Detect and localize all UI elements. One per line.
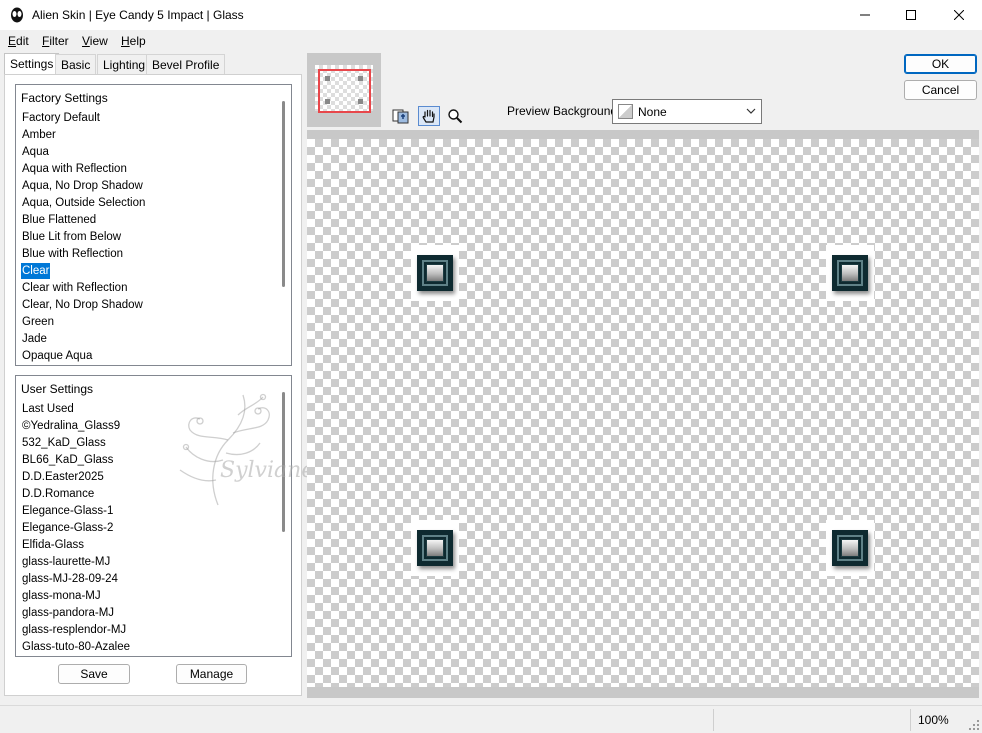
factory-settings-item[interactable]: Aqua, Outside Selection	[21, 195, 146, 211]
hand-icon	[422, 109, 435, 123]
user-settings-item[interactable]: glass-pandora-MJ	[21, 605, 115, 621]
glass-frame	[832, 530, 868, 566]
user-settings-item[interactable]: D.D.Romance	[21, 486, 95, 502]
resize-grip-icon[interactable]	[969, 720, 979, 730]
glass-object	[411, 245, 459, 301]
navigator-view-rect[interactable]	[318, 69, 371, 113]
tab-lighting[interactable]: Lighting	[97, 54, 152, 74]
menu-help-mnemonic: H	[121, 34, 130, 48]
maximize-button[interactable]	[888, 0, 934, 30]
menu-edit[interactable]: Edit	[8, 34, 29, 48]
save-button[interactable]: Save	[58, 664, 130, 684]
user-settings-item[interactable]: Last Used	[21, 401, 75, 417]
user-settings-item[interactable]: ©Yedralina_Glass9	[21, 418, 121, 434]
compare-icon	[392, 109, 409, 124]
user-settings-item[interactable]: Glass-tuto-80-Azalee	[21, 639, 131, 655]
factory-settings-item[interactable]: Clear with Reflection	[21, 280, 128, 296]
zoom-tool-button[interactable]	[444, 106, 466, 126]
factory-settings-item[interactable]: Opaque Aqua	[21, 348, 93, 364]
preview-canvas[interactable]	[307, 139, 979, 687]
tab-basic[interactable]: Basic	[55, 54, 97, 74]
factory-settings-item[interactable]: Clear, No Drop Shadow	[21, 297, 144, 313]
glass-object	[411, 520, 459, 576]
zoom-level: 100%	[918, 713, 949, 727]
user-settings-item[interactable]: Elegance-Glass-2	[21, 520, 114, 536]
compare-tool-button[interactable]	[390, 106, 412, 126]
glass-frame	[832, 255, 868, 291]
user-settings-item[interactable]: glass-resplendor-MJ	[21, 622, 127, 638]
user-settings-item[interactable]: Elfida-Glass	[21, 537, 85, 553]
status-separator	[713, 709, 714, 731]
user-settings-item[interactable]: glass-mona-MJ	[21, 588, 102, 604]
minimize-icon	[860, 14, 870, 16]
factory-settings-item[interactable]: Aqua with Reflection	[21, 161, 128, 177]
glass-highlight	[426, 539, 444, 557]
factory-settings-list[interactable]: Factory Settings Factory Default Amber Aqu…	[15, 84, 292, 366]
preview-background-value: None	[638, 105, 667, 119]
menu-view[interactable]: View	[82, 34, 108, 48]
menu-edit-mnemonic: E	[8, 34, 17, 48]
factory-settings-item[interactable]: Blue Flattened	[21, 212, 97, 228]
factory-settings-item[interactable]: Green	[21, 314, 55, 330]
factory-settings-item[interactable]: Amber	[21, 127, 57, 143]
navigator-thumbnail[interactable]	[307, 53, 381, 127]
preview-frame	[307, 130, 979, 698]
title-bar: Alien Skin | Eye Candy 5 Impact | Glass	[0, 0, 982, 30]
close-button[interactable]	[936, 0, 982, 30]
status-bar: 100%	[0, 705, 982, 733]
user-list-scrollbar[interactable]	[282, 392, 285, 532]
factory-settings-item[interactable]: Aqua, No Drop Shadow	[21, 178, 144, 194]
glass-object	[826, 520, 874, 576]
background-swatch-icon	[618, 104, 633, 119]
maximize-icon	[906, 10, 916, 20]
ok-button[interactable]: OK	[904, 54, 977, 74]
manage-button[interactable]: Manage	[176, 664, 247, 684]
factory-list-scrollbar[interactable]	[282, 101, 285, 287]
glass-highlight	[426, 264, 444, 282]
close-icon	[954, 10, 964, 20]
menu-filter-label: ilter	[49, 34, 69, 48]
factory-settings-item[interactable]: Blue Lit from Below	[21, 229, 122, 245]
alien-skin-icon	[9, 7, 25, 23]
user-settings-header: User Settings	[21, 382, 94, 396]
menu-help[interactable]: Help	[121, 34, 146, 48]
menu-view-mnemonic: V	[82, 34, 90, 48]
menu-help-label: elp	[129, 34, 146, 48]
glass-frame	[417, 530, 453, 566]
tab-bevel-profile[interactable]: Bevel Profile	[146, 54, 226, 74]
user-settings-item[interactable]: glass-laurette-MJ	[21, 554, 111, 570]
user-settings-item[interactable]: glass-MJ-28-09-24	[21, 571, 119, 587]
glass-frame	[417, 255, 453, 291]
tab-settings[interactable]: Settings	[4, 53, 60, 74]
factory-settings-item[interactable]: Clear	[21, 263, 51, 279]
glass-object	[826, 245, 874, 301]
cancel-button[interactable]: Cancel	[904, 80, 977, 100]
factory-settings-item[interactable]: Aqua	[21, 144, 50, 160]
factory-settings-item[interactable]: Blue with Reflection	[21, 246, 124, 262]
window-title: Alien Skin | Eye Candy 5 Impact | Glass	[32, 8, 244, 22]
menu-filter[interactable]: Filter	[42, 34, 69, 48]
status-separator	[910, 709, 911, 731]
menu-bar: Edit Filter View Help	[0, 30, 982, 52]
glass-highlight	[841, 539, 859, 557]
zoom-icon	[448, 109, 463, 124]
preview-background-label: Preview Background:	[507, 104, 621, 118]
menu-view-label: iew	[89, 34, 108, 48]
minimize-button[interactable]	[842, 0, 888, 30]
menu-edit-label: dit	[16, 34, 29, 48]
chevron-down-icon	[746, 108, 756, 114]
glass-highlight	[841, 264, 859, 282]
factory-settings-item[interactable]: Jade	[21, 331, 48, 347]
user-settings-item[interactable]: 532_KaD_Glass	[21, 435, 107, 451]
user-settings-item[interactable]: BL66_KaD_Glass	[21, 452, 114, 468]
factory-settings-header: Factory Settings	[21, 91, 108, 105]
user-settings-item[interactable]: Elegance-Glass-1	[21, 503, 114, 519]
preview-background-select[interactable]: None	[612, 99, 762, 124]
user-settings-item[interactable]: D.D.Easter2025	[21, 469, 105, 485]
factory-settings-item[interactable]: Factory Default	[21, 110, 101, 126]
user-settings-list[interactable]: User Settings Last Used ©Yedralina_Glass9…	[15, 375, 292, 657]
hand-tool-button[interactable]	[418, 106, 440, 126]
